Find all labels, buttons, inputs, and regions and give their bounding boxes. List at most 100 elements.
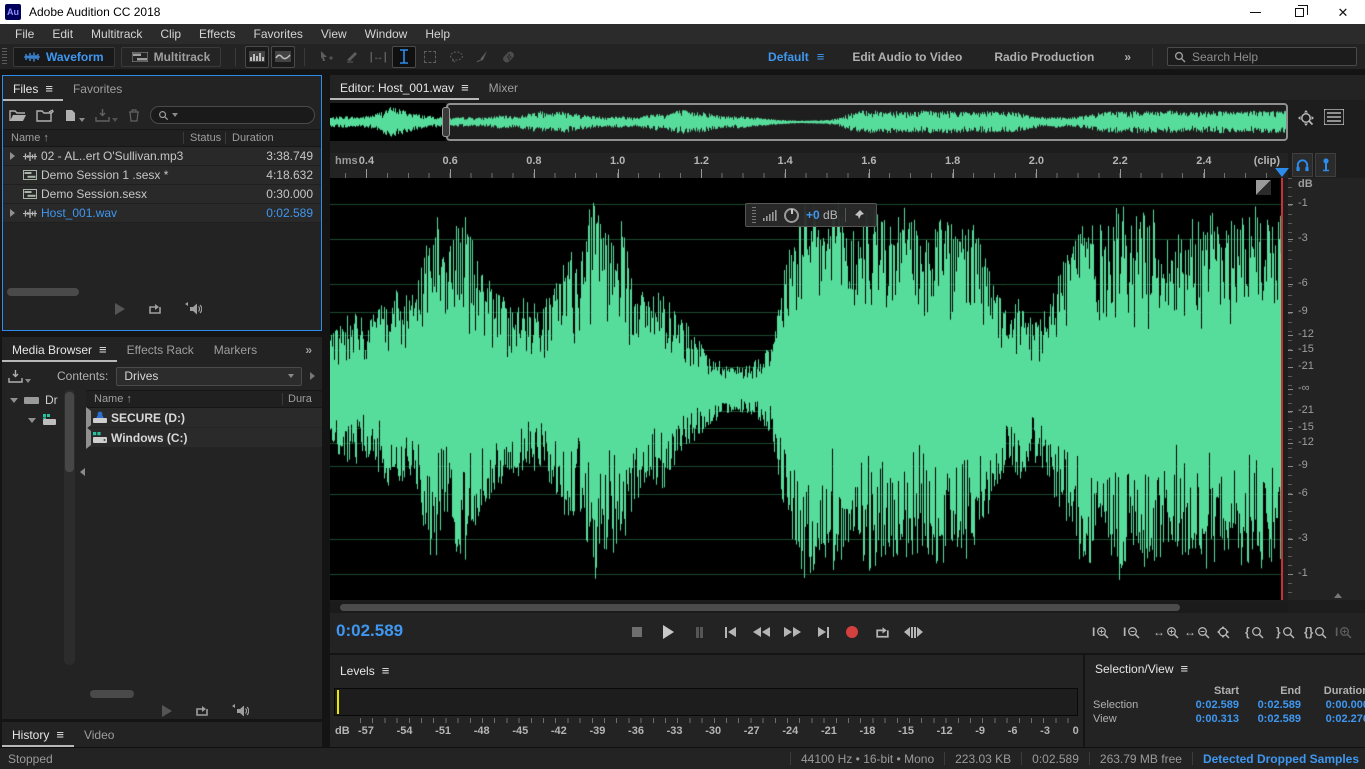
contents-dropdown[interactable]: Drives [116,367,302,386]
stop-button[interactable] [625,622,649,642]
workspace-edit-audio-to-video[interactable]: Edit Audio to Video [838,50,976,64]
column-duration[interactable]: Dura [282,393,322,405]
drive-row[interactable]: SECURE (D:) [86,408,322,428]
editor-menu-list-icon[interactable] [1324,109,1344,125]
collapse-chevron-icon[interactable] [28,418,36,423]
auto-play-speaker-icon[interactable] [185,302,202,316]
zoom-to-in-point-button[interactable]: { [1245,621,1264,643]
db-scale[interactable]: dB -1-3-6-9-12-15-21-∞-21-15-12-9-6-3-1 [1288,178,1365,600]
marquee-selection-tool-button[interactable] [418,46,442,68]
skip-to-start-button[interactable] [718,622,742,642]
files-search-field[interactable] [150,106,315,124]
scroll-up-arrow-icon[interactable] [1334,593,1342,598]
menu-window[interactable]: Window [356,24,417,44]
paintbrush-tool-button[interactable] [470,46,494,68]
scrollbar-thumb[interactable] [340,604,1180,611]
loop-playback-button[interactable] [870,622,894,642]
zoom-to-out-point-button[interactable]: } [1276,621,1295,643]
zoom-reset-button[interactable] [1215,621,1231,643]
tab-levels[interactable]: Levels≡ [330,663,399,683]
file-row[interactable]: Host_001.wav0:02.589 [3,204,321,223]
volume-hud[interactable]: +0 dB [745,203,877,227]
expand-chevron-icon[interactable] [3,152,21,160]
gain-knob[interactable] [784,208,799,223]
fast-forward-button[interactable] [780,622,804,642]
file-row[interactable]: 02 - AL..ert O'Sullivan.mp33:38.749 [3,147,321,166]
toolbar-grip[interactable] [2,48,7,66]
delete-trash-icon[interactable] [128,109,140,122]
hud-drag-handle[interactable] [752,207,756,223]
timeline-ruler[interactable]: hms 0.40.60.81.01.21.41.61.82.02.22.4 (c… [330,153,1288,178]
pin-marker-button[interactable] [1315,153,1336,177]
open-file-icon[interactable] [9,109,26,122]
zoom-to-selection-button[interactable]: {} [1304,621,1327,643]
razor-tool-button[interactable] [340,46,364,68]
close-button[interactable]: ✕ [1321,0,1365,24]
loop-playback-icon[interactable] [147,302,163,316]
loop-playback-icon[interactable] [194,704,210,718]
view-duration-value[interactable]: 0:02.276 [1303,713,1365,725]
minimize-button[interactable] [1233,0,1277,24]
skip-selection-button[interactable] [901,622,925,642]
view-end-value[interactable]: 0:02.589 [1241,713,1303,725]
tab-files[interactable]: Files≡ [3,81,63,101]
tab-overflow-icon[interactable]: » [295,343,322,362]
file-row[interactable]: Demo Session 1 .sesx *4:18.632 [3,166,321,185]
panel-menu-icon[interactable]: ≡ [461,80,469,95]
zoom-in-horizontal-button[interactable]: ↔ [1153,621,1179,643]
panel-menu-icon[interactable]: ≡ [99,342,107,357]
panel-menu-icon[interactable]: ≡ [56,727,64,742]
menu-file[interactable]: File [6,24,43,44]
media-horizontal-scrollbar[interactable] [90,690,134,698]
waveform-overview[interactable] [330,103,1288,141]
playhead-line[interactable] [1281,178,1283,600]
panel-arrow-icon[interactable] [310,372,315,380]
multitrack-view-button[interactable]: Multitrack [121,47,222,67]
menu-edit[interactable]: Edit [43,24,82,44]
collapse-pane-arrow-icon[interactable] [80,468,85,476]
record-button[interactable] [840,622,864,642]
panel-menu-icon[interactable]: ≡ [45,81,53,96]
tab-selection-view[interactable]: Selection/View≡ [1085,661,1198,681]
tab-markers[interactable]: Markers [204,343,267,362]
spectral-frequency-display-button[interactable] [245,46,269,68]
selection-end-value[interactable]: 0:02.589 [1241,699,1303,711]
selection-start-value[interactable]: 0:02.589 [1165,699,1241,711]
playhead-marker-icon[interactable] [1275,168,1289,177]
status-alert[interactable]: Detected Dropped Samples [1203,752,1359,766]
column-name[interactable]: Name ↑ [3,132,49,144]
time-display[interactable]: 0:02.589 [336,621,403,641]
workspace-default[interactable]: Default [754,50,813,64]
search-help-input[interactable] [1192,50,1332,64]
editor-horizontal-scrollbar[interactable] [330,602,1288,613]
workspace-menu-icon[interactable]: ≡ [817,49,835,64]
file-row[interactable]: Demo Session.sesx0:30.000 [3,185,321,204]
zoom-full-button[interactable]: I [1335,621,1352,643]
tab-media-browser[interactable]: Media Browser≡ [2,342,117,362]
slip-tool-button[interactable]: |↔| [366,46,390,68]
spot-healing-brush-tool-button[interactable] [496,46,520,68]
menu-effects[interactable]: Effects [190,24,244,44]
tab-editor-host-001-wav[interactable]: Editor: Host_001.wav≡ [330,80,479,100]
column-status[interactable]: Status [183,132,225,144]
workspace-radio-production[interactable]: Radio Production [980,50,1108,64]
waveform-display[interactable] [330,178,1283,600]
tree-scrollbar-thumb[interactable] [65,392,74,472]
move-tool-button[interactable] [314,46,338,68]
tab-effects-rack[interactable]: Effects Rack [117,343,204,362]
rewind-button[interactable] [749,622,773,642]
skip-to-end-button[interactable] [811,622,835,642]
workspace-overflow-icon[interactable]: » [1112,50,1144,64]
save-export-button[interactable] [95,109,118,122]
column-name[interactable]: Name ↑ [86,393,132,405]
zoom-out-horizontal-button[interactable]: ↔ [1184,621,1210,643]
menu-multitrack[interactable]: Multitrack [82,24,151,44]
auto-play-speaker-icon[interactable] [232,704,249,718]
new-file-button[interactable] [64,109,85,122]
waveform-view-button[interactable]: Waveform [13,47,115,67]
monitor-headphones-button[interactable] [1292,153,1313,177]
zoom-navigate-icon[interactable] [1296,109,1318,129]
hud-pin-icon[interactable] [853,209,865,221]
import-button[interactable] [8,370,31,383]
menu-clip[interactable]: Clip [151,24,190,44]
